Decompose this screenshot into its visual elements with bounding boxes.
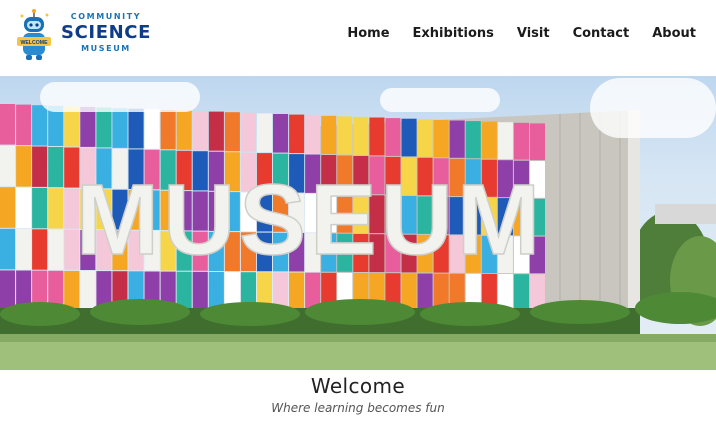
facade-panel — [192, 111, 208, 151]
facade-panel — [16, 229, 32, 270]
logo-wordmark: COMMUNITY SCIENCE MUSEUM — [58, 12, 154, 54]
facade-panel — [417, 273, 433, 311]
facade-panel — [353, 116, 369, 155]
facade-panel — [48, 147, 64, 188]
welcome-subtitle: Where learning becomes fun — [271, 401, 445, 415]
facade-panel — [0, 270, 16, 311]
nav-visit-link[interactable]: Visit — [517, 24, 550, 44]
facade-panel — [64, 270, 80, 311]
facade-panel — [32, 105, 48, 146]
facade-panel — [417, 119, 433, 157]
facade-panel — [289, 114, 305, 154]
facade-panel — [0, 187, 16, 228]
facade-panel — [256, 113, 272, 153]
facade-panel — [80, 106, 96, 147]
facade-panel — [240, 112, 256, 152]
cloud — [380, 88, 500, 112]
welcome-section: Welcome Where learning becomes fun — [0, 372, 716, 416]
facade-panel — [32, 187, 48, 229]
museum-sign-text: MUSEUM — [76, 164, 544, 276]
nav-home-link[interactable]: Home — [347, 24, 390, 44]
facade-panel — [401, 118, 417, 157]
facade-panel — [192, 271, 208, 311]
facade-panel — [273, 114, 289, 153]
logo-bottom-text: MUSEUM — [81, 44, 131, 53]
facade-panel — [112, 108, 128, 148]
facade-panel — [0, 145, 16, 187]
welcome-title: Welcome — [310, 374, 406, 398]
facade-panel — [16, 104, 32, 146]
facade-panel — [513, 274, 529, 311]
robot-mascot-icon: WELCOME — [17, 9, 51, 60]
facade-panel — [0, 228, 16, 270]
facade-panel — [128, 108, 144, 149]
logo-badge-text: WELCOME — [20, 40, 48, 46]
facade-panel — [289, 272, 305, 311]
site-logo[interactable]: WELCOME COMMUNITY SCIENCE MUSEUM — [14, 8, 154, 62]
main-nav: Home Exhibitions Visit Contact About — [324, 24, 696, 44]
facade-panel — [305, 115, 321, 154]
nav-exhibitions-link[interactable]: Exhibitions — [413, 24, 494, 44]
logo-main-text: SCIENCE — [61, 22, 151, 43]
facade-panel — [48, 188, 64, 229]
facade-panel — [80, 271, 96, 311]
facade-panel — [529, 123, 545, 161]
facade-panel — [337, 116, 353, 155]
facade-panel — [144, 109, 160, 149]
cloud — [590, 78, 716, 138]
facade-panel — [433, 119, 449, 158]
facade-panel — [32, 229, 48, 270]
facade-panel — [176, 110, 192, 150]
facade-panel — [224, 112, 240, 152]
facade-panel — [369, 117, 385, 156]
logo-top-text: COMMUNITY — [70, 12, 142, 21]
cloud — [40, 82, 200, 112]
facade-panel — [497, 122, 513, 160]
facade-panel — [449, 120, 465, 158]
facade-panel — [48, 229, 64, 270]
facade-panel — [16, 146, 32, 187]
facade-panel — [16, 187, 32, 229]
facade-panel — [481, 121, 497, 159]
facade-panel — [513, 122, 529, 160]
facade-panel — [321, 115, 337, 154]
hero-image: MUSEUM — [0, 76, 716, 370]
site-header: WELCOME COMMUNITY SCIENCE MUSEUM Home Ex… — [0, 0, 716, 76]
facade-panel — [64, 106, 80, 147]
facade-panel — [32, 146, 48, 187]
facade-panel — [208, 111, 224, 151]
facade-panel — [96, 107, 112, 148]
nav-about-link[interactable]: About — [652, 24, 696, 44]
facade-panel — [160, 109, 176, 150]
nav-contact-link[interactable]: Contact — [573, 24, 630, 44]
facade-panel — [385, 118, 401, 156]
facade-panel — [465, 121, 481, 159]
facade-panel — [0, 104, 16, 145]
